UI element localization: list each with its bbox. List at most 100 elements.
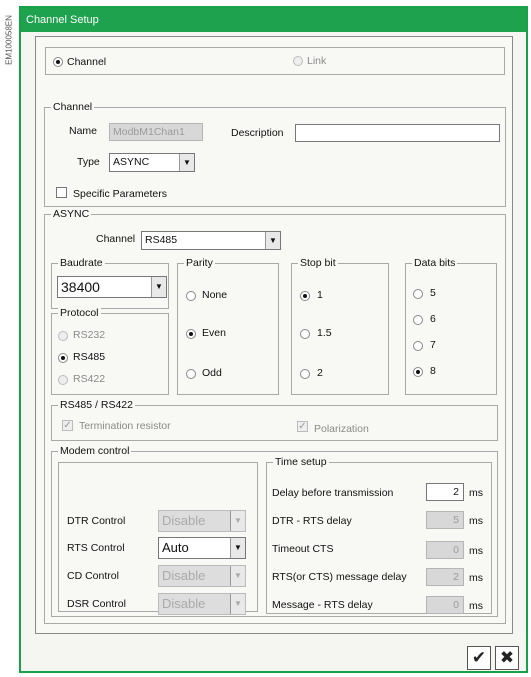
rts-cts-message-delay-field[interactable]: 2 <box>426 568 464 586</box>
async-channel-label: Channel <box>96 233 136 245</box>
parity-none-label: None <box>202 289 228 301</box>
async-channel-select[interactable]: RS485 ▼ <box>141 231 281 250</box>
stop-bit-1-radio[interactable] <box>300 291 310 301</box>
dialog-body: Channel Link Channel Name ModbM1Chan1 De… <box>35 36 513 634</box>
data-bits-5-radio[interactable] <box>413 289 423 299</box>
timeout-cts-label: Timeout CTS <box>272 543 334 555</box>
message-rts-delay-field[interactable]: 0 <box>426 596 464 614</box>
modem-control-legend: Modem control <box>58 444 132 458</box>
rts-control-select[interactable]: Auto ▼ <box>158 537 246 559</box>
dsr-control-select[interactable]: Disable ▼ <box>158 593 246 615</box>
chevron-down-icon: ▼ <box>179 154 194 171</box>
parity-odd-radio[interactable] <box>186 369 196 379</box>
rs485-legend: RS485 / RS422 <box>58 398 135 412</box>
stop-bit-1-5-radio[interactable] <box>300 329 310 339</box>
protocol-rs422-label: RS422 <box>73 373 106 385</box>
protocol-rs485-radio[interactable] <box>58 353 68 363</box>
protocol-rs232-label: RS232 <box>73 329 106 341</box>
dtr-rts-delay-field[interactable]: 5 <box>426 511 464 529</box>
protocol-rs232-radio[interactable] <box>58 331 68 341</box>
data-bits-5-label: 5 <box>430 287 436 299</box>
dsr-control-value: Disable <box>162 596 206 611</box>
rts-control-value: Auto <box>162 540 189 555</box>
data-bits-6-label: 6 <box>430 313 436 325</box>
parity-odd-label: Odd <box>202 367 222 379</box>
type-select[interactable]: ASYNC ▼ <box>109 153 195 172</box>
specific-parameters-checkbox[interactable] <box>56 187 67 198</box>
cd-control-value: Disable <box>162 568 206 583</box>
dtr-rts-delay-label: DTR - RTS delay <box>272 515 352 527</box>
chevron-down-icon: ▼ <box>230 538 245 558</box>
rts-cts-message-delay-unit: ms <box>469 572 483 584</box>
async-channel-value: RS485 <box>145 234 178 246</box>
data-bits-8-label: 8 <box>430 365 436 377</box>
stop-bit-2-label: 2 <box>317 367 323 379</box>
cd-control-select[interactable]: Disable ▼ <box>158 565 246 587</box>
data-bits-8-radio[interactable] <box>413 367 423 377</box>
stop-bit-legend: Stop bit <box>298 256 338 270</box>
delay-before-transmission-unit: ms <box>469 487 483 499</box>
timeout-cts-field[interactable]: 0 <box>426 541 464 559</box>
rts-cts-message-delay-label: RTS(or CTS) message delay <box>272 571 407 583</box>
parity-none-radio[interactable] <box>186 291 196 301</box>
data-bits-legend: Data bits <box>412 256 458 270</box>
termination-resistor-checkbox[interactable]: ✓ <box>62 420 73 431</box>
delay-before-transmission-label: Delay before transmission <box>272 487 394 499</box>
mode-channel-label: Channel <box>67 56 107 68</box>
checkmark-icon: ✔ <box>471 648 487 667</box>
channel-group-legend: Channel <box>51 100 95 114</box>
dtr-control-value: Disable <box>162 513 206 528</box>
stop-bit-2-radio[interactable] <box>300 369 310 379</box>
description-label: Description <box>231 127 284 139</box>
data-bits-6-radio[interactable] <box>413 315 423 325</box>
stop-bit-1-5-label: 1.5 <box>317 327 332 339</box>
message-rts-delay-label: Message - RTS delay <box>272 599 373 611</box>
stop-bit-1-label: 1 <box>317 289 323 301</box>
data-bits-7-label: 7 <box>430 339 436 351</box>
baudrate-select[interactable]: 38400 ▼ <box>57 276 167 298</box>
delay-before-transmission-field[interactable]: 2 <box>426 483 464 501</box>
name-label: Name <box>69 125 98 137</box>
ok-button[interactable]: ✔ <box>467 646 491 670</box>
polarization-checkbox[interactable]: ✓ <box>297 421 308 432</box>
cancel-button[interactable]: ✖ <box>495 646 519 670</box>
async-group-legend: ASYNC <box>51 207 92 221</box>
parity-even-label: Even <box>202 327 226 339</box>
termination-resistor-label: Termination resistor <box>79 420 171 432</box>
chevron-down-icon: ▼ <box>230 594 245 614</box>
data-bits-7-radio[interactable] <box>413 341 423 351</box>
protocol-rs422-radio[interactable] <box>58 375 68 385</box>
baudrate-legend: Baudrate <box>58 256 105 270</box>
name-field[interactable]: ModbM1Chan1 <box>109 123 203 141</box>
chevron-down-icon: ▼ <box>230 511 245 531</box>
mode-link-radio[interactable] <box>293 56 303 66</box>
timeout-cts-unit: ms <box>469 545 483 557</box>
specific-parameters-label: Specific Parameters <box>73 188 167 200</box>
chevron-down-icon: ▼ <box>230 566 245 586</box>
message-rts-delay-unit: ms <box>469 600 483 612</box>
protocol-group: Protocol <box>51 306 169 395</box>
dsr-control-label: DSR Control <box>67 598 126 610</box>
chevron-down-icon: ▼ <box>151 277 166 297</box>
parity-legend: Parity <box>184 256 215 270</box>
description-field[interactable] <box>295 124 500 142</box>
protocol-rs485-label: RS485 <box>73 351 106 363</box>
chevron-down-icon: ▼ <box>265 232 280 249</box>
type-select-value: ASYNC <box>113 156 150 168</box>
parity-even-radio[interactable] <box>186 329 196 339</box>
dtr-rts-delay-unit: ms <box>469 515 483 527</box>
dtr-control-label: DTR Control <box>67 515 126 527</box>
cd-control-label: CD Control <box>67 570 119 582</box>
channel-setup-window: Channel Setup Channel Link Channel Name … <box>19 6 528 673</box>
protocol-legend: Protocol <box>58 306 101 320</box>
time-setup-legend: Time setup <box>273 455 329 469</box>
window-title: Channel Setup <box>21 8 526 32</box>
mode-channel-radio[interactable] <box>53 57 63 67</box>
cancel-x-icon: ✖ <box>499 648 515 667</box>
type-label: Type <box>77 156 100 168</box>
document-side-label: EM100058EN <box>4 15 14 65</box>
mode-selector <box>45 47 505 75</box>
dtr-control-select[interactable]: Disable ▼ <box>158 510 246 532</box>
baudrate-value: 38400 <box>61 279 100 295</box>
polarization-label: Polarization <box>314 423 369 435</box>
